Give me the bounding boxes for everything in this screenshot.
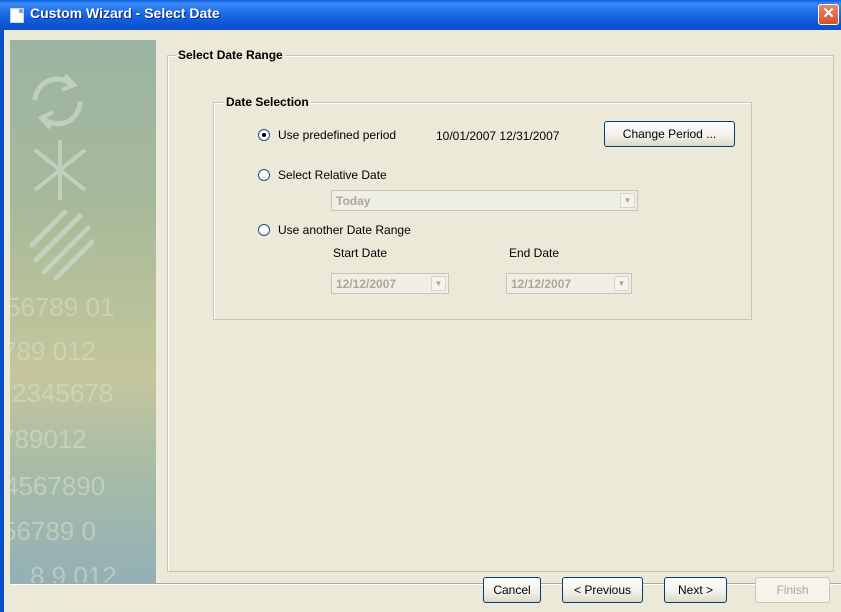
end-date-picker[interactable]: 12/12/2007 ▼ bbox=[506, 273, 632, 294]
radio-unselected-icon bbox=[258, 224, 270, 236]
wizard-page: Select Date Range Date Selection Use pre… bbox=[156, 40, 841, 583]
previous-button[interactable]: < Previous bbox=[562, 577, 643, 603]
title-bar[interactable]: Custom Wizard - Select Date ✕ bbox=[0, 0, 841, 30]
relative-date-dropdown[interactable]: Today ▼ bbox=[331, 190, 638, 211]
chevron-down-icon: ▼ bbox=[620, 193, 635, 208]
cancel-label: Cancel bbox=[493, 583, 531, 597]
predefined-period-radio[interactable]: Use predefined period bbox=[258, 128, 396, 142]
change-period-label: Change Period ... bbox=[622, 127, 717, 141]
close-icon: ✕ bbox=[822, 5, 835, 22]
change-period-button[interactable]: Change Period ... bbox=[604, 121, 735, 147]
relative-date-label: Select Relative Date bbox=[278, 168, 387, 182]
radio-selected-icon bbox=[258, 129, 270, 141]
sidebar-number-2: 789 012 bbox=[10, 336, 96, 366]
sidebar-number-3: 2345678 bbox=[12, 378, 113, 408]
another-date-range-label: Use another Date Range bbox=[278, 223, 411, 237]
refresh-icon bbox=[32, 73, 83, 130]
date-selection-group: Date Selection Use predefined period 10/… bbox=[213, 95, 752, 320]
start-date-value: 12/12/2007 bbox=[336, 277, 397, 291]
next-label: Next > bbox=[677, 583, 713, 597]
select-date-range-group: Select Date Range Date Selection Use pre… bbox=[167, 48, 834, 572]
previous-label: < Previous bbox=[573, 583, 632, 597]
date-selection-title: Date Selection bbox=[224, 95, 311, 109]
next-button[interactable]: Next > bbox=[664, 577, 727, 603]
end-date-label: End Date bbox=[509, 246, 560, 260]
radio-unselected-icon bbox=[258, 169, 270, 181]
predefined-range-value: 10/01/2007 12/31/2007 bbox=[436, 129, 560, 143]
end-date-value: 12/12/2007 bbox=[511, 277, 572, 291]
asterisk-icon bbox=[33, 140, 87, 200]
stripes-icon bbox=[29, 209, 95, 281]
cancel-button[interactable]: Cancel bbox=[483, 577, 541, 603]
start-date-picker[interactable]: 12/12/2007 ▼ bbox=[331, 273, 449, 294]
start-date-label: Start Date bbox=[333, 246, 388, 260]
window-title: Custom Wizard - Select Date bbox=[30, 5, 220, 21]
close-button[interactable]: ✕ bbox=[818, 4, 839, 25]
chevron-down-icon: ▼ bbox=[614, 276, 629, 291]
document-icon bbox=[10, 8, 24, 23]
predefined-period-label: Use predefined period bbox=[278, 128, 397, 142]
chevron-down-icon: ▼ bbox=[431, 276, 446, 291]
sidebar-number-7: 8 9 012 bbox=[30, 561, 117, 583]
select-date-range-title: Select Date Range bbox=[176, 48, 285, 62]
finish-label: Finish bbox=[776, 583, 809, 597]
sidebar-number-6: 56789 0 bbox=[10, 516, 96, 546]
wizard-sidebar-image: 56789 01 789 012 2345678 789012 4567890 … bbox=[10, 40, 157, 583]
finish-button[interactable]: Finish bbox=[755, 577, 830, 603]
sidebar-number-4: 789012 bbox=[10, 424, 87, 454]
sidebar-number-5: 4567890 bbox=[10, 471, 105, 501]
relative-date-value: Today bbox=[336, 194, 371, 208]
relative-date-radio[interactable]: Select Relative Date bbox=[258, 168, 387, 182]
window-frame bbox=[0, 30, 4, 612]
sidebar-artwork: 56789 01 789 012 2345678 789012 4567890 … bbox=[10, 73, 117, 583]
sidebar-number-1: 56789 01 bbox=[10, 292, 114, 322]
another-date-range-radio[interactable]: Use another Date Range bbox=[258, 223, 411, 237]
